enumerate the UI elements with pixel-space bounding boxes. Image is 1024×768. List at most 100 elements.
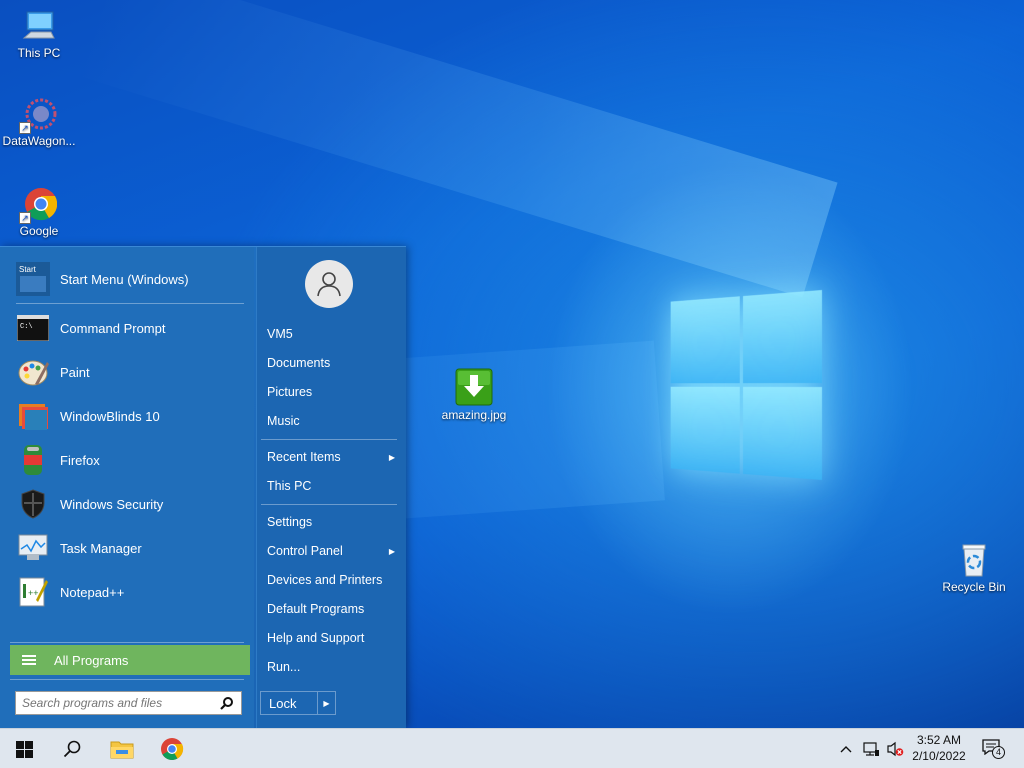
- clock-time: 3:52 AM: [916, 733, 962, 747]
- menu-item-label: Pictures: [267, 385, 313, 399]
- start-menu-places-pane: VM5 Documents Pictures Music Recent Item…: [256, 247, 406, 729]
- search-box[interactable]: [15, 691, 242, 715]
- pinned-firefox[interactable]: Firefox: [10, 440, 246, 480]
- pinned-command-prompt[interactable]: C:\ Command Prompt: [10, 308, 246, 348]
- download-file-icon: [455, 368, 493, 406]
- search-icon[interactable]: [218, 695, 234, 711]
- menu-item-recent-items[interactable]: Recent Items ▶: [267, 445, 399, 469]
- taskbar-clock[interactable]: 3:52 AM 2/10/2022: [905, 732, 973, 764]
- windows-wallpaper-logo: [670, 290, 822, 480]
- program-label: Task Manager: [60, 540, 142, 556]
- chevron-right-icon: ▶: [388, 452, 395, 462]
- paint-icon: [16, 355, 50, 389]
- menu-item-control-panel[interactable]: Control Panel ▶: [267, 539, 399, 563]
- taskbar-search-button[interactable]: [48, 729, 96, 768]
- pinned-paint[interactable]: Paint: [10, 352, 246, 392]
- chrome-icon: [161, 738, 184, 760]
- program-label: Start Menu (Windows): [60, 271, 189, 287]
- volume-muted-icon: [887, 741, 904, 757]
- recycle-bin-icon: [956, 542, 992, 578]
- firefox-icon: [16, 443, 50, 477]
- network-tray-button[interactable]: [860, 729, 882, 768]
- menu-item-devices-and-printers[interactable]: Devices and Printers: [267, 568, 399, 592]
- menu-item-settings[interactable]: Settings: [267, 510, 399, 534]
- user-icon: [317, 272, 341, 297]
- program-label: WindowBlinds 10: [60, 408, 160, 424]
- volume-tray-button[interactable]: [884, 729, 906, 768]
- separator: [16, 303, 244, 304]
- desktop-icon-recycle-bin[interactable]: Recycle Bin: [936, 542, 1012, 594]
- menu-item-help-and-support[interactable]: Help and Support: [267, 626, 399, 650]
- chrome-icon: ↗: [19, 186, 58, 224]
- desktop-icon-label: DataWagon...: [2, 134, 76, 148]
- lock-button[interactable]: Lock ▶: [260, 691, 336, 715]
- desktop-icon-label: amazing.jpg: [441, 408, 507, 422]
- separator: [10, 679, 244, 680]
- windowblinds-icon: [16, 399, 50, 433]
- search-icon: [63, 740, 81, 758]
- start-menu: Start Start Menu (Windows) C:\ Command P…: [0, 246, 406, 729]
- action-center-button[interactable]: 4: [978, 729, 1008, 768]
- desktop-icon-this-pc[interactable]: This PC: [1, 8, 77, 60]
- clock-date: 2/10/2022: [912, 749, 966, 763]
- chevron-right-icon[interactable]: ▶: [317, 692, 335, 714]
- program-label: Firefox: [60, 452, 100, 468]
- pinned-task-manager[interactable]: Task Manager: [10, 528, 246, 568]
- start-menu-icon: Start: [16, 262, 50, 296]
- taskbar-file-explorer[interactable]: [98, 729, 146, 768]
- menu-item-documents[interactable]: Documents: [267, 351, 399, 375]
- menu-item-default-programs[interactable]: Default Programs: [267, 597, 399, 621]
- menu-item-label: Documents: [267, 356, 331, 370]
- separator: [261, 439, 397, 440]
- desktop-icon-label: This PC: [17, 46, 61, 60]
- menu-item-label: Recent Items: [267, 450, 341, 464]
- all-programs-button[interactable]: All Programs: [10, 645, 250, 675]
- desktop-icon-label: Recycle Bin: [942, 580, 1006, 594]
- menu-item-label: Settings: [267, 515, 313, 529]
- chevron-up-icon: [840, 746, 852, 753]
- svg-text:C:\: C:\: [20, 323, 33, 331]
- notepadpp-icon: ++: [16, 575, 50, 609]
- menu-item-pictures[interactable]: Pictures: [267, 380, 399, 404]
- search-input[interactable]: [22, 696, 218, 710]
- pinned-notepadpp[interactable]: ++ Notepad++: [10, 572, 246, 612]
- taskbar-chrome[interactable]: [148, 729, 196, 768]
- desktop-icon-amazing-jpg[interactable]: amazing.jpg: [436, 368, 512, 422]
- start-button[interactable]: [0, 729, 48, 768]
- menu-item-label: Devices and Printers: [267, 573, 383, 587]
- shortcut-arrow-icon: ↗: [19, 122, 31, 134]
- menu-item-music[interactable]: Music: [267, 409, 399, 433]
- program-label: Notepad++: [60, 584, 125, 600]
- desktop-icon-label: Google: [19, 224, 59, 238]
- windows-logo-icon: [15, 740, 33, 758]
- pinned-windowblinds[interactable]: WindowBlinds 10: [10, 396, 246, 436]
- network-icon: [863, 742, 879, 756]
- pinned-start-menu-windows[interactable]: Start Start Menu (Windows): [10, 259, 246, 299]
- menu-item-run[interactable]: Run...: [267, 655, 399, 679]
- separator: [10, 642, 244, 643]
- lock-label: Lock: [269, 695, 297, 711]
- pinned-windows-security[interactable]: Windows Security: [10, 484, 246, 524]
- menu-item-label: Default Programs: [267, 602, 365, 616]
- chevron-right-icon: ▶: [388, 546, 395, 556]
- menu-item-this-pc[interactable]: This PC: [267, 474, 399, 498]
- svg-text:++: ++: [28, 588, 39, 598]
- desktop-icon-datawagon[interactable]: ↗ DataWagon...: [1, 96, 77, 148]
- menu-item-label: Run...: [267, 660, 301, 674]
- task-manager-icon: [16, 531, 50, 565]
- computer-icon: [21, 8, 57, 44]
- list-icon: [22, 653, 36, 667]
- taskbar: 3:52 AM 2/10/2022 4: [0, 728, 1024, 768]
- menu-item-label: This PC: [267, 479, 312, 493]
- shield-icon: [16, 487, 50, 521]
- all-programs-label: All Programs: [54, 652, 129, 668]
- folder-icon: [110, 741, 134, 759]
- menu-item-label: VM5: [267, 327, 293, 341]
- show-hidden-icons-button[interactable]: [836, 729, 856, 768]
- separator: [261, 504, 397, 505]
- desktop-icon-google[interactable]: ↗ Google: [1, 186, 77, 238]
- user-avatar[interactable]: [305, 260, 353, 308]
- menu-item-vm5[interactable]: VM5: [267, 322, 399, 346]
- start-menu-programs-pane: Start Start Menu (Windows) C:\ Command P…: [0, 247, 254, 729]
- program-label: Command Prompt: [60, 320, 166, 336]
